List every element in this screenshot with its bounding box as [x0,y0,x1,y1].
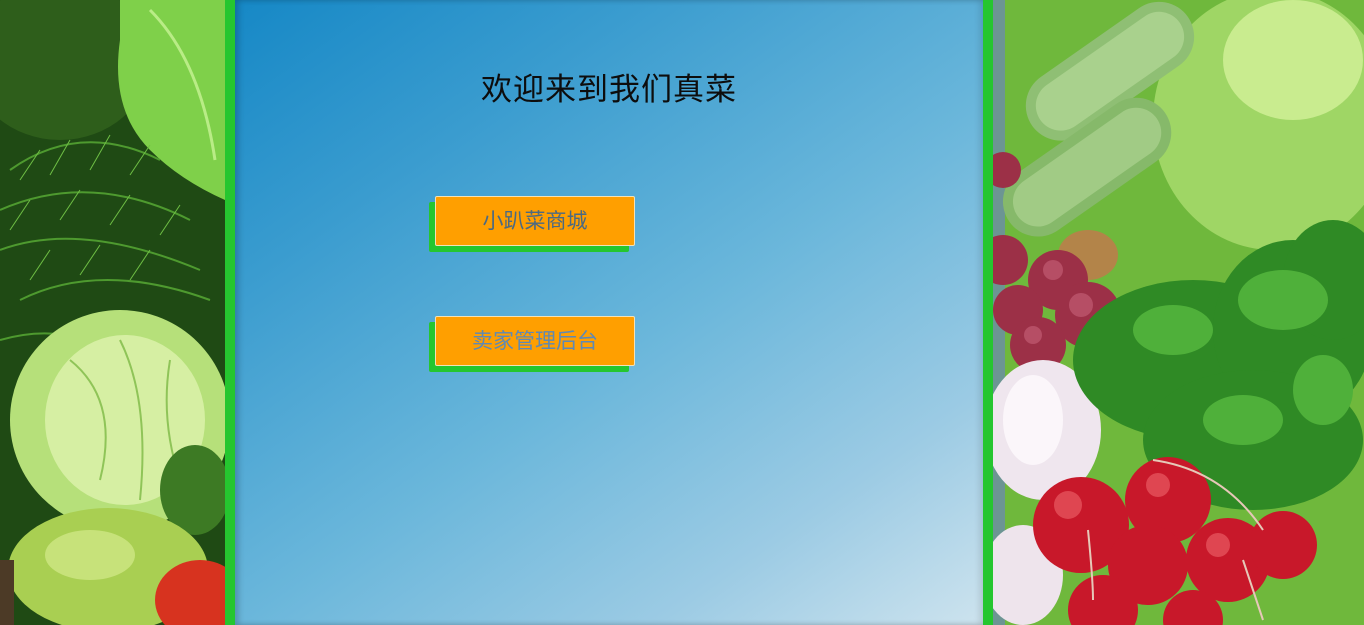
page-title: 欢迎来到我们真菜 [481,72,737,108]
mall-button[interactable]: 小趴菜商城 [435,196,635,246]
page: 欢迎来到我们真菜 小趴菜商城 卖家管理后台 [0,0,1364,625]
center-panel: 欢迎来到我们真菜 小趴菜商城 卖家管理后台 [225,0,993,625]
left-vegetable-illustration [0,0,225,625]
right-vegetable-illustration [993,0,1364,625]
right-vegetable-image [993,0,1364,625]
seller-admin-button[interactable]: 卖家管理后台 [435,316,635,366]
left-vegetable-image [0,0,225,625]
